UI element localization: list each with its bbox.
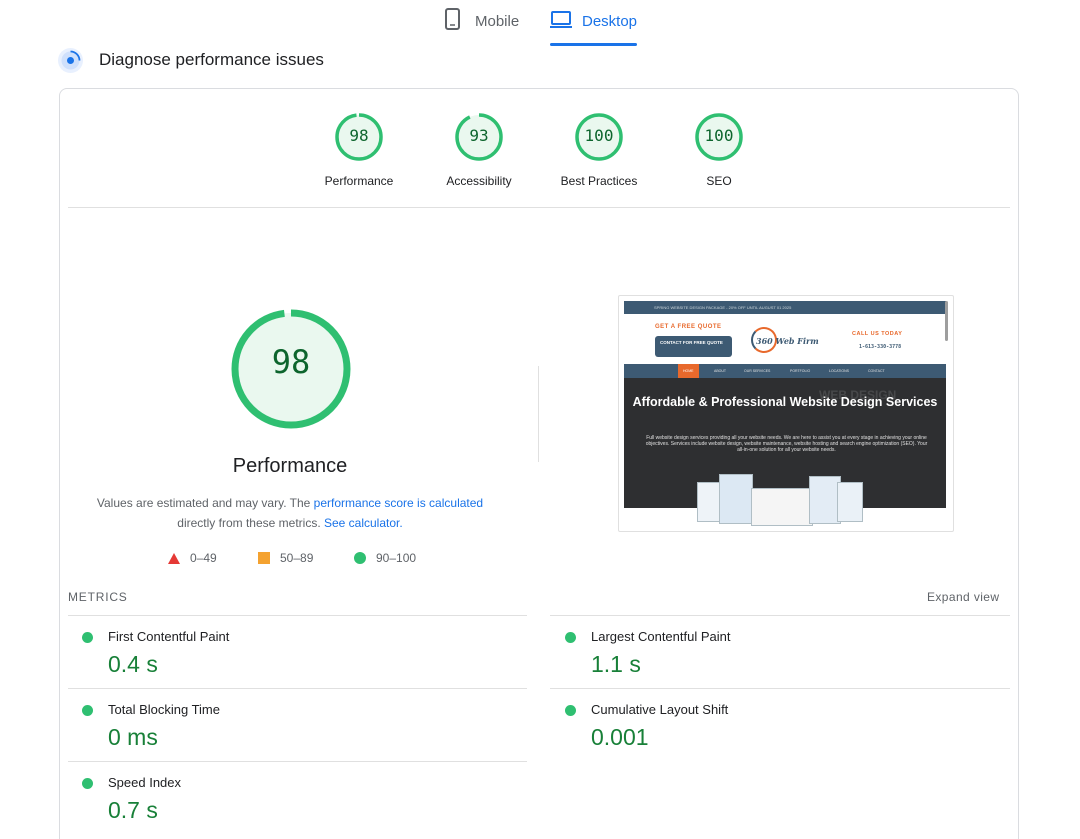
site-nav-item: OUR SERVICES <box>744 369 771 373</box>
site-phone: 1-613-330-3778 <box>859 344 902 350</box>
metrics-header: METRICS <box>68 590 128 604</box>
note-text-1: Values are estimated and may vary. The <box>96 496 314 510</box>
legend-range: 0–49 <box>190 551 217 565</box>
legend-range: 90–100 <box>376 551 417 565</box>
diagnose-title: Diagnose performance issues <box>99 50 324 69</box>
metric-cls: Cumulative Layout Shift 0.001 <box>565 702 965 772</box>
gauge-label: Performance <box>324 174 394 188</box>
metric-value: 0.7 s <box>108 797 158 823</box>
site-contact-button: CONTACT FOR FREE QUOTE <box>655 336 732 357</box>
performance-score: 98 <box>271 343 311 381</box>
gauge-label: SEO <box>706 174 732 188</box>
gauge-value: 100 <box>584 126 614 145</box>
hero-title: Affordable & Professional Website Design… <box>632 395 938 409</box>
metric-name: Largest Contentful Paint <box>591 629 731 644</box>
pass-dot-icon <box>82 778 93 789</box>
metric-value: 0 ms <box>108 724 158 750</box>
divider <box>68 615 527 616</box>
tab-mobile-label: Mobile <box>475 13 520 30</box>
note-text-2: directly from these metrics. <box>177 516 324 530</box>
metric-speed-index: Speed Index 0.7 s <box>82 775 482 839</box>
site-nav-item: HOME <box>678 364 699 378</box>
site-scrollbar <box>945 301 948 341</box>
metric-name: Total Blocking Time <box>108 702 220 717</box>
metric-value: 1.1 s <box>591 651 641 677</box>
site-nav: HOME ABOUT OUR SERVICES PORTFOLIO LOCATI… <box>624 364 946 378</box>
performance-title: Performance <box>232 455 348 477</box>
legend-average: 50–89 <box>258 551 313 565</box>
metric-name: Cumulative Layout Shift <box>591 702 729 717</box>
see-calculator-link[interactable]: See calculator. <box>324 516 403 530</box>
pass-dot-icon <box>565 705 576 716</box>
hero-text: Full website design services providing a… <box>645 435 928 453</box>
divider <box>68 207 1010 208</box>
circle-icon <box>354 552 366 564</box>
divider <box>68 688 527 689</box>
gauge-seo[interactable]: 100 SEO <box>669 112 769 188</box>
pass-dot-icon <box>82 632 93 643</box>
gauge-label: Accessibility <box>446 174 512 188</box>
pass-dot-icon <box>82 705 93 716</box>
diagnose-header: Diagnose performance issues <box>58 46 324 74</box>
site-nav-item: PORTFOLIO <box>790 369 811 373</box>
gauge-label: Best Practices <box>560 174 638 188</box>
expand-view-button[interactable]: Expand view <box>927 590 999 604</box>
category-scores: 98 Performance 93 Accessibility 100 Best… <box>0 112 1080 192</box>
score-calculated-link[interactable]: performance score is calculated <box>314 496 483 510</box>
gauge-value: 93 <box>469 126 489 145</box>
site-nav-item: LOCATIONS <box>829 369 849 373</box>
tab-mobile[interactable]: Mobile <box>443 8 519 46</box>
score-note: Values are estimated and may vary. The p… <box>90 493 490 533</box>
metric-value: 0.001 <box>591 724 649 750</box>
gauge-best-practices[interactable]: 100 Best Practices <box>549 112 649 188</box>
metric-name: First Contentful Paint <box>108 629 230 644</box>
diagnose-icon <box>58 47 83 73</box>
triangle-icon <box>168 552 180 564</box>
gauge-accessibility[interactable]: 93 Accessibility <box>429 112 529 188</box>
site-logo-text: 360 Web Firm <box>756 336 819 346</box>
smartphone-icon <box>445 8 460 30</box>
divider <box>68 761 527 762</box>
device-mockups-image <box>697 474 867 526</box>
site-logo: 360 Web Firm <box>751 327 819 355</box>
pass-dot-icon <box>565 632 576 643</box>
legend-fail: 0–49 <box>168 551 217 565</box>
legend-range: 50–89 <box>280 551 314 565</box>
divider <box>550 615 1010 616</box>
site-promo-bar: SPRING WEBSITE DESIGN PACKAGE - 20% OFF … <box>624 301 946 314</box>
gauge-value: 100 <box>704 126 734 145</box>
device-tabs: Mobile Desktop <box>0 0 1080 48</box>
final-screenshot[interactable]: SPRING WEBSITE DESIGN PACKAGE - 20% OFF … <box>618 295 954 532</box>
tab-desktop[interactable]: Desktop <box>550 8 638 46</box>
site-quote-label: GET A FREE QUOTE <box>655 324 722 330</box>
metric-value: 0.4 s <box>108 651 158 677</box>
gauge-value: 98 <box>349 126 369 145</box>
vertical-divider <box>538 366 539 462</box>
laptop-icon <box>550 11 572 28</box>
square-icon <box>258 552 270 564</box>
legend-pass: 90–100 <box>354 551 416 565</box>
site-nav-item: CONTACT <box>868 369 885 373</box>
divider <box>550 688 1010 689</box>
site-nav-item: ABOUT <box>714 369 727 373</box>
gauge-performance[interactable]: 98 Performance <box>309 112 409 188</box>
tab-desktop-label: Desktop <box>582 13 638 30</box>
metric-name: Speed Index <box>108 775 182 790</box>
site-call-label: CALL US TODAY <box>852 331 903 337</box>
